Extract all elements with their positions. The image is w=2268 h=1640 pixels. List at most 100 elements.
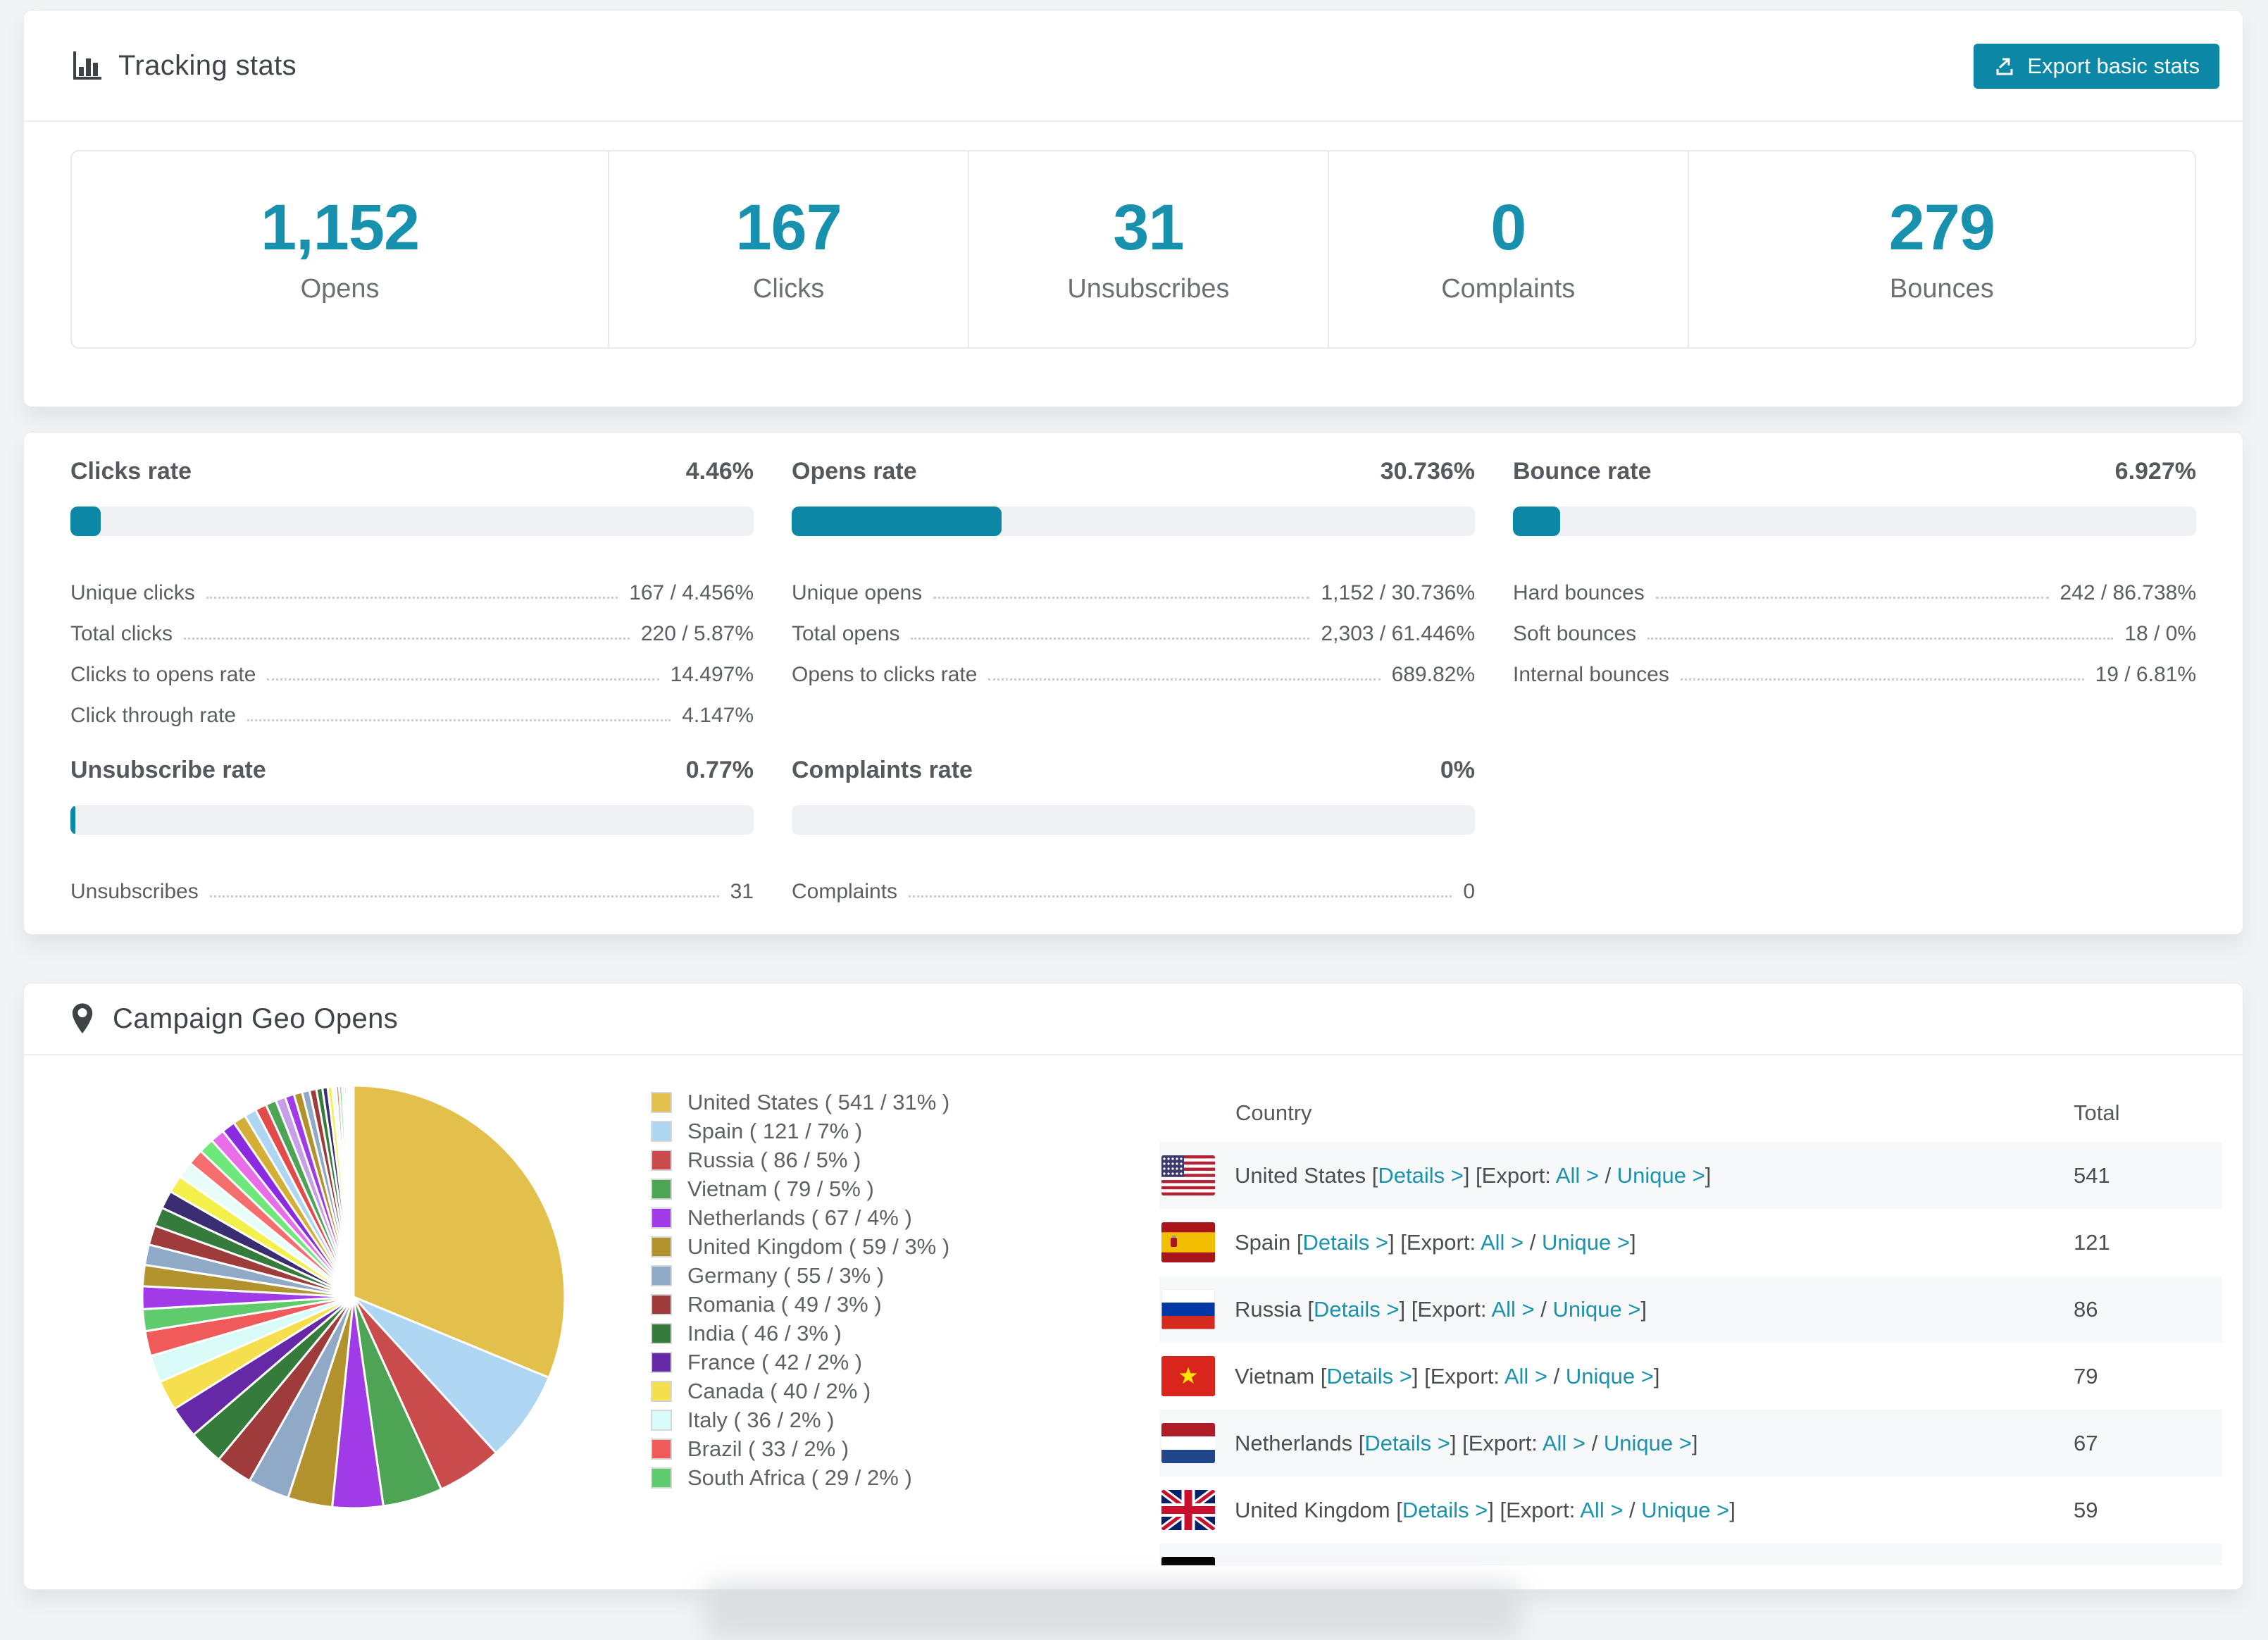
export-all-link[interactable]: All > bbox=[1481, 1230, 1524, 1255]
export-unique-link[interactable]: Unique > bbox=[1604, 1431, 1692, 1455]
total-cell: 59 bbox=[2074, 1497, 2098, 1522]
legend-swatch bbox=[651, 1467, 672, 1489]
legend-item: United States ( 541 / 31% ) bbox=[651, 1088, 949, 1117]
country-name: United States bbox=[1235, 1162, 1366, 1188]
detail-label: Clicks to opens rate bbox=[70, 663, 256, 686]
detail-row: Total opens 2,303 / 61.446% bbox=[792, 605, 1475, 646]
export-all-link[interactable]: All > bbox=[1543, 1431, 1585, 1455]
legend-swatch bbox=[651, 1351, 672, 1373]
legend-swatch bbox=[651, 1120, 672, 1142]
details-link[interactable]: Details > bbox=[1326, 1364, 1412, 1389]
legend-label: Vietnam ( 79 / 5% ) bbox=[687, 1176, 874, 1201]
detail-value: 19 / 6.81% bbox=[2095, 663, 2196, 686]
export-icon bbox=[1993, 55, 2016, 77]
export-all-link[interactable]: All > bbox=[1580, 1498, 1623, 1522]
export-all-link[interactable]: All > bbox=[1556, 1163, 1599, 1188]
stat-value: 167 bbox=[735, 191, 842, 263]
export-basic-stats-button[interactable]: Export basic stats bbox=[1974, 44, 2219, 89]
legend-item: United Kingdom ( 59 / 3% ) bbox=[651, 1232, 949, 1261]
country-name: Russia bbox=[1235, 1296, 1302, 1322]
stat-label: Opens bbox=[300, 273, 380, 304]
stat-box-unsubscribes: 31 Unsubscribes bbox=[968, 151, 1328, 347]
table-row: United Kingdom [Details >] [Export: All … bbox=[1159, 1477, 2222, 1543]
export-unique-link[interactable]: Unique > bbox=[1576, 1565, 1664, 1566]
legend-item: Italy ( 36 / 2% ) bbox=[651, 1405, 949, 1434]
details-link[interactable]: Details > bbox=[1378, 1163, 1463, 1188]
stat-box-opens: 1,152 Opens bbox=[72, 151, 608, 347]
opens-rate-details: Unique opens 1,152 / 30.736% Total opens 2,… bbox=[792, 564, 1475, 687]
country-cell: Spain [Details >] [Export: All > / Uniqu… bbox=[1235, 1229, 1636, 1255]
export-unique-link[interactable]: Unique > bbox=[1641, 1498, 1729, 1522]
detail-value: 167 / 4.456% bbox=[629, 581, 754, 604]
table-row: United States [Details >] [Export: All >… bbox=[1159, 1142, 2222, 1209]
stat-value: 31 bbox=[1113, 191, 1184, 263]
geo-header: Campaign Geo Opens bbox=[24, 983, 2243, 1055]
details-link[interactable]: Details > bbox=[1364, 1431, 1450, 1455]
legend-label: Spain ( 121 / 7% ) bbox=[687, 1118, 863, 1143]
legend-item: France ( 42 / 2% ) bbox=[651, 1348, 949, 1377]
legend-item: Vietnam ( 79 / 5% ) bbox=[651, 1174, 949, 1203]
export-all-link[interactable]: All > bbox=[1514, 1565, 1557, 1566]
detail-value: 18 / 0% bbox=[2124, 622, 2196, 645]
detail-label: Unique clicks bbox=[70, 581, 195, 604]
export-all-link[interactable]: All > bbox=[1491, 1297, 1534, 1322]
detail-row: Opens to clicks rate 689.82% bbox=[792, 646, 1475, 687]
detail-row: Internal bounces 19 / 6.81% bbox=[1513, 646, 2196, 687]
stat-label: Bounces bbox=[1889, 273, 1994, 304]
export-unique-link[interactable]: Unique > bbox=[1566, 1364, 1654, 1389]
detail-label: Internal bounces bbox=[1513, 663, 1669, 686]
detail-label: Unsubscribes bbox=[70, 880, 199, 903]
bar-chart-icon bbox=[70, 50, 101, 81]
export-unique-link[interactable]: Unique > bbox=[1552, 1297, 1640, 1322]
detail-label: Unique opens bbox=[792, 581, 923, 604]
stat-value: 1,152 bbox=[260, 191, 420, 263]
export-all-link[interactable]: All > bbox=[1504, 1364, 1547, 1389]
legend-label: South Africa ( 29 / 2% ) bbox=[687, 1465, 912, 1490]
details-link[interactable]: Details > bbox=[1314, 1297, 1399, 1322]
opens-rate-value: 30.736% bbox=[1380, 458, 1475, 485]
unsubscribe-rate-details: Unsubscribes 31 bbox=[70, 863, 754, 904]
legend-item: Romania ( 49 / 3% ) bbox=[651, 1290, 949, 1319]
clicks-rate-details: Unique clicks 167 / 4.456% Total clicks 220… bbox=[70, 564, 754, 728]
country-column-header: Country bbox=[1235, 1100, 1312, 1125]
pie-legend: United States ( 541 / 31% ) Spain ( 121 /… bbox=[651, 1088, 949, 1492]
clicks-rate-panel: Clicks rate 4.46% Unique clicks 167 / 4.4… bbox=[70, 458, 754, 728]
detail-value: 14.497% bbox=[670, 663, 754, 686]
country-name: Netherlands bbox=[1235, 1430, 1353, 1455]
detail-row: Unique clicks 167 / 4.456% bbox=[70, 564, 754, 605]
legend-swatch bbox=[651, 1236, 672, 1257]
unsubscribe-rate-panel: Unsubscribe rate 0.77% Unsubscribes 31 bbox=[70, 757, 754, 904]
legend-item: Russia ( 86 / 5% ) bbox=[651, 1145, 949, 1174]
detail-row: Unique opens 1,152 / 30.736% bbox=[792, 564, 1475, 605]
details-link[interactable]: Details > bbox=[1337, 1565, 1422, 1566]
legend-label: Brazil ( 33 / 2% ) bbox=[687, 1436, 849, 1461]
legend-label: France ( 42 / 2% ) bbox=[687, 1349, 863, 1374]
dotted-leader bbox=[184, 638, 630, 640]
details-link[interactable]: Details > bbox=[1303, 1230, 1388, 1255]
export-unique-link[interactable]: Unique > bbox=[1617, 1163, 1705, 1188]
detail-value: 220 / 5.87% bbox=[640, 622, 754, 645]
legend-label: Russia ( 86 / 5% ) bbox=[687, 1147, 861, 1172]
tracking-stats-header: Tracking stats Export basic stats bbox=[24, 11, 2243, 122]
legend-item: Germany ( 55 / 3% ) bbox=[651, 1261, 949, 1290]
complaints-rate-bar bbox=[792, 805, 1475, 835]
unsubscribe-rate-value: 0.77% bbox=[685, 757, 754, 783]
dotted-leader bbox=[267, 678, 659, 681]
legend-swatch bbox=[651, 1409, 672, 1431]
dotted-leader bbox=[209, 895, 719, 897]
bounce-rate-details: Hard bounces 242 / 86.738% Soft bounces 18 … bbox=[1513, 564, 2196, 687]
map-pin-icon bbox=[70, 1002, 94, 1035]
clicks-rate-bar bbox=[70, 507, 754, 536]
unsubscribe-rate-title: Unsubscribe rate bbox=[70, 757, 266, 783]
dotted-leader bbox=[206, 597, 618, 599]
detail-label: Hard bounces bbox=[1513, 581, 1645, 604]
legend-item: South Africa ( 29 / 2% ) bbox=[651, 1463, 949, 1492]
legend-swatch bbox=[651, 1265, 672, 1286]
country-cell: Vietnam [Details >] [Export: All > / Uni… bbox=[1235, 1363, 1660, 1389]
stat-label: Clicks bbox=[752, 273, 825, 304]
opens-rate-panel: Opens rate 30.736% Unique opens 1,152 / 3… bbox=[792, 458, 1475, 728]
export-unique-link[interactable]: Unique > bbox=[1542, 1230, 1630, 1255]
legend-item: Netherlands ( 67 / 4% ) bbox=[651, 1203, 949, 1232]
details-link[interactable]: Details > bbox=[1402, 1498, 1488, 1522]
summary-stats-row: 1,152 Opens 167 Clicks 31 Unsubscribes 0 Compla… bbox=[70, 150, 2196, 349]
